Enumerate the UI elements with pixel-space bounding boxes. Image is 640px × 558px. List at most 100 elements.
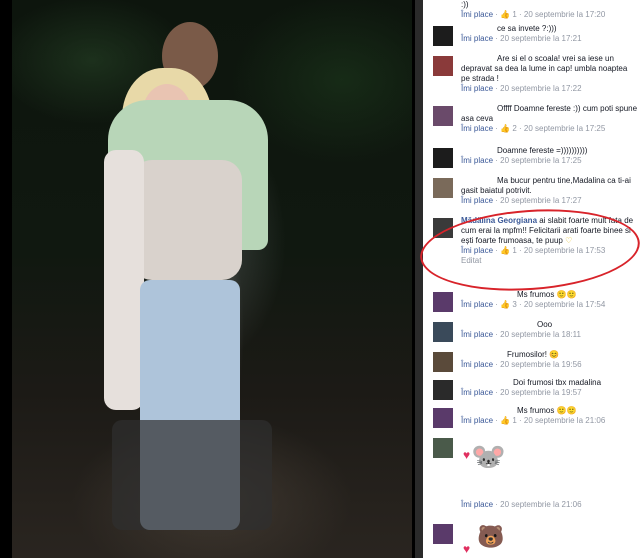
avatar[interactable] [433,56,453,76]
comment-body: Doamne fereste =)))))))))) Îmi place · 2… [461,146,638,166]
heart-icon: ♥ [463,542,471,556]
comment-8: Ms frumos 🙂🙂 Îmi place · 👍 3 · 20 septem… [423,290,640,318]
comment-3: Are si el o scoala! vrei sa iese un depr… [423,54,640,100]
comment-body: ce sa invete ?:))) Îmi place · 20 septem… [461,24,638,44]
like-link[interactable]: Îmi place [461,84,493,93]
comment-meta: Îmi place · 👍 1 · 20 septembrie la 17:20 [461,10,606,19]
heart-icon: ♥ [463,448,471,462]
like-link[interactable]: Îmi place [461,360,493,369]
like-link[interactable]: Îmi place [461,388,493,397]
avatar[interactable] [433,106,453,126]
avatar[interactable] [433,438,453,458]
comment-2: ce sa invete ?:))) Îmi place · 20 septem… [423,24,640,52]
grin-icon: 😊 [549,350,560,359]
avatar[interactable] [433,148,453,168]
comment-body: :)) Îmi place · 👍 1 · 20 septembrie la 1… [461,0,638,20]
comment-13: 🐭 ♥ Îmi place · 20 septembrie la 21:06 [423,436,640,520]
comment-time[interactable]: 20 septembrie la 17:25 [500,156,581,165]
comment-time[interactable]: 20 septembrie la 18:11 [500,330,581,339]
cardigan [104,150,144,410]
comment-meta: Îmi place · 👍 1 · 20 septembrie la 21:06 [461,416,606,425]
comment-text: Ms frumos 🙂🙂 [461,406,638,416]
comment-time[interactable]: 20 septembrie la 17:54 [524,300,605,309]
comment-text: Doi frumosi tbx madalina [513,378,602,387]
sticker-box: 🐭 ♥ [461,436,638,500]
like-link[interactable]: Îmi place [461,300,493,309]
comment-content: Ms frumos [517,290,555,299]
comment-text: ce sa invete ?:))) [497,24,557,33]
thumbs-up-icon[interactable]: 👍 [500,416,510,425]
comment-4: Offff Doamne fereste :)) cum poti spune … [423,104,640,142]
smile-icon: 🙂🙂 [556,290,577,299]
photo-viewer [0,0,415,558]
avatar[interactable] [433,352,453,372]
comment-time[interactable]: 20 septembrie la 21:06 [500,500,581,509]
comment-meta: Îmi place · 👍 2 · 20 septembrie la 17:25 [461,124,606,133]
comment-time[interactable]: 20 septembrie la 19:57 [500,388,581,397]
like-count[interactable]: 3 [512,300,516,309]
comment-time[interactable]: 20 septembrie la 21:06 [524,416,605,425]
avatar[interactable] [433,26,453,46]
like-count[interactable]: 1 [512,416,516,425]
sticker-box: ♥ 🐻 [461,522,638,558]
comment-meta: Îmi place · 20 septembrie la 19:57 [461,388,582,397]
smile-icon: 🙂🙂 [556,406,577,415]
comment-content: Frumosilor! [507,350,548,359]
thumbs-up-icon[interactable]: 👍 [500,300,510,309]
comment-meta: Îmi place · 20 septembrie la 18:11 [461,330,581,339]
like-count[interactable]: 2 [512,124,516,133]
thumbs-up-icon[interactable]: 👍 [500,124,510,133]
like-link[interactable]: Îmi place [461,416,493,425]
comment-time[interactable]: 20 septembrie la 17:22 [500,84,581,93]
comment-meta: Îmi place · 👍 3 · 20 septembrie la 17:54 [461,300,606,309]
comment-text: Ma bucur pentru tine,Madalina ca ti-ai g… [461,176,631,195]
like-link[interactable]: Îmi place [461,196,493,205]
mouse-sticker-icon: 🐭 [471,441,506,472]
comment-meta: Îmi place · 20 septembrie la 17:27 [461,196,582,205]
thumbs-up-icon[interactable]: 👍 [500,10,510,19]
comment-time[interactable]: 20 septembrie la 17:27 [500,196,581,205]
comment-1: :)) Îmi place · 👍 1 · 20 septembrie la 1… [423,0,640,24]
comment-body: Doi frumosi tbx madalina Îmi place · 20 … [461,378,638,398]
avatar[interactable] [433,322,453,342]
like-link[interactable]: Îmi place [461,500,493,509]
comment-body: Are si el o scoala! vrei sa iese un depr… [461,54,638,94]
avatar[interactable] [433,524,453,544]
comment-text: Are si el o scoala! vrei sa iese un depr… [461,54,628,83]
comment-body: Ma bucur pentru tine,Madalina ca ti-ai g… [461,176,638,206]
like-count[interactable]: 1 [512,10,516,19]
comment-body: Offff Doamne fereste :)) cum poti spune … [461,104,638,134]
comment-text: Frumosilor! 😊 [461,350,638,360]
comment-body: Ms frumos 🙂🙂 Îmi place · 👍 3 · 20 septem… [461,290,638,310]
photo[interactable] [12,0,412,558]
comment-meta: Îmi place · 20 septembrie la 19:56 [461,360,582,369]
comment-meta: Îmi place · 20 septembrie la 17:21 [461,34,582,43]
like-link[interactable]: Îmi place [461,124,493,133]
comment-time[interactable]: 20 septembrie la 17:21 [500,34,581,43]
comment-11: Doi frumosi tbx madalina Îmi place · 20 … [423,378,640,406]
comment-time[interactable]: 20 septembrie la 17:20 [524,10,605,19]
comment-time[interactable]: 20 septembrie la 17:25 [524,124,605,133]
like-link[interactable]: Îmi place [461,10,493,19]
comment-text: Offff Doamne fereste :)) cum poti spune … [461,104,638,123]
comment-14-partial: ♥ 🐻 [423,522,640,558]
like-link[interactable]: Îmi place [461,330,493,339]
comment-time[interactable]: 20 septembrie la 19:56 [500,360,581,369]
avatar[interactable] [433,408,453,428]
avatar[interactable] [433,178,453,198]
avatar[interactable] [433,292,453,312]
like-link[interactable]: Îmi place [461,156,493,165]
comment-meta: Îmi place · 20 septembrie la 17:25 [461,156,582,165]
comment-body: Frumosilor! 😊 Îmi place · 20 septembrie … [461,350,638,370]
comment-text: Ms frumos 🙂🙂 [461,290,638,300]
avatar[interactable] [433,380,453,400]
comment-5: Doamne fereste =)))))))))) Îmi place · 2… [423,146,640,172]
bear-sticker-icon: 🐻 [477,524,505,549]
comment-meta: Îmi place · 20 septembrie la 21:06 [461,500,582,509]
woman-top [132,160,242,280]
comment-text: Doamne fereste =)))))))))) [497,146,588,155]
comment-12: Ms frumos 🙂🙂 Îmi place · 👍 1 · 20 septem… [423,406,640,434]
like-link[interactable]: Îmi place [461,34,493,43]
comment-body: Ooo Îmi place · 20 septembrie la 18:11 [461,320,638,340]
comment-body: Ms frumos 🙂🙂 Îmi place · 👍 1 · 20 septem… [461,406,638,426]
